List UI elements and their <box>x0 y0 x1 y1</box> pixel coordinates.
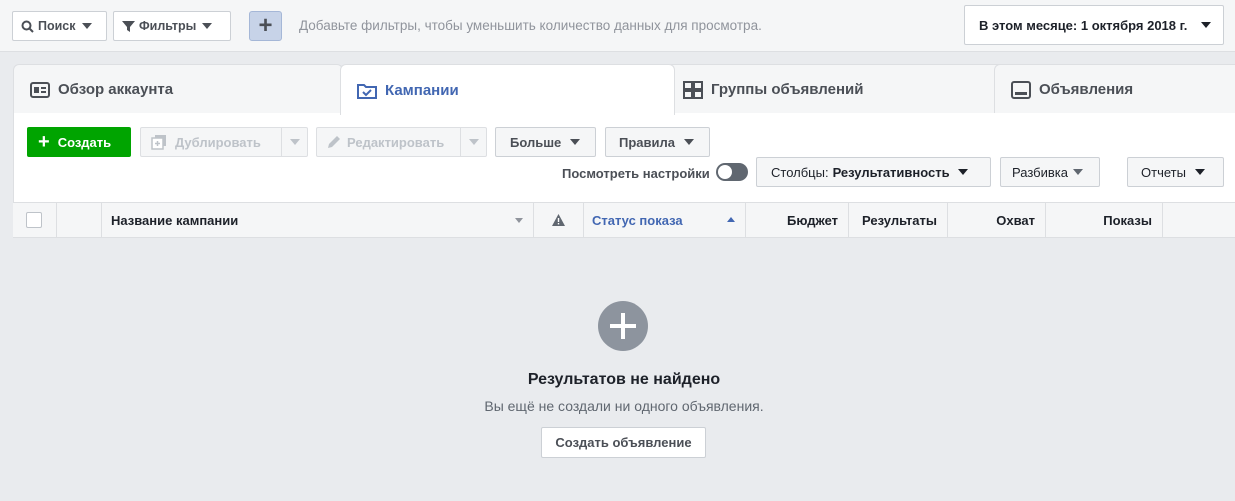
tab-campaigns[interactable]: Кампании <box>340 64 675 115</box>
edit-dropdown[interactable] <box>460 128 486 156</box>
chevron-down-icon <box>202 23 213 29</box>
empty-state: Результатов не найдено Вы ещё не создали… <box>13 238 1235 501</box>
chevron-down-icon <box>1072 169 1083 175</box>
tab-ads[interactable]: Объявления <box>994 64 1235 114</box>
search-button[interactable]: Поиск <box>12 11 107 41</box>
tab-account-overview[interactable]: Обзор аккаунта <box>13 64 343 114</box>
column-header-results[interactable]: Результаты <box>849 203 948 237</box>
select-all-cell <box>13 203 57 237</box>
plus-icon: + <box>38 131 50 153</box>
duplicate-button[interactable]: Дублировать <box>140 127 308 157</box>
column-header-budget[interactable]: Бюджет <box>746 203 849 237</box>
create-button[interactable]: + Создать <box>27 127 131 157</box>
filters-button[interactable]: Фильтры <box>113 11 231 41</box>
column-header-warnings[interactable] <box>534 203 584 237</box>
toggle-knob <box>718 165 732 179</box>
column-header-label: Бюджет <box>787 212 838 228</box>
warning-icon <box>552 214 565 226</box>
empty-state-subtitle: Вы ещё не создали ни одного объявления. <box>484 398 764 414</box>
empty-state-title: Результатов не найдено <box>527 371 721 388</box>
column-header-label: Результаты <box>862 212 937 228</box>
reports-label: Отчеты <box>1141 164 1186 180</box>
sort-icon <box>515 218 523 223</box>
more-label: Больше <box>510 134 562 150</box>
chevron-down-icon <box>468 139 479 145</box>
create-label: Создать <box>57 134 112 150</box>
tab-ad-sets[interactable]: Группы объявлений <box>666 64 1006 114</box>
filter-bar: Поиск Фильтры + Добавьте фильтры, чтобы … <box>0 0 1235 52</box>
chevron-down-icon <box>684 139 694 145</box>
view-settings-label: Посмотреть настройки <box>562 166 710 181</box>
plus-icon: + <box>258 12 273 39</box>
column-header-label: Статус показа <box>592 212 683 228</box>
toggle-column-header <box>57 203 102 237</box>
column-header-label: Показы <box>1103 212 1152 228</box>
select-all-checkbox[interactable] <box>26 212 42 228</box>
add-filter-button[interactable]: + <box>249 11 282 41</box>
more-button[interactable]: Больше <box>495 127 596 157</box>
date-range-label: В этом месяце: 1 октября 2018 г. <box>979 17 1188 33</box>
breakdown-label: Разбивка <box>1012 164 1068 180</box>
edit-button[interactable]: Редактировать <box>316 127 487 157</box>
tab-label: Обзор аккаунта <box>58 81 174 98</box>
table-header: Название кампании Статус показа Бюджет Р… <box>13 202 1235 238</box>
chevron-down-icon <box>1194 169 1205 175</box>
rules-label: Правила <box>619 134 675 150</box>
search-icon <box>21 20 34 33</box>
duplicate-dropdown[interactable] <box>281 128 307 156</box>
breakdown-button[interactable]: Разбивка <box>1000 157 1100 187</box>
pencil-icon <box>327 135 341 149</box>
level-tabs: Обзор аккаунта Кампании Группы объявлени… <box>0 52 1235 115</box>
columns-value: Результативность <box>832 164 950 180</box>
chevron-down-icon <box>1201 22 1212 28</box>
folder-check-icon <box>357 82 377 99</box>
chevron-down-icon <box>81 23 92 29</box>
grid-icon <box>683 80 703 99</box>
tab-label: Объявления <box>1039 81 1134 98</box>
column-header-delivery[interactable]: Статус показа <box>584 203 746 237</box>
columns-prefix: Столбцы: <box>771 164 829 180</box>
tab-label: Кампании <box>385 81 459 99</box>
search-label: Поиск <box>38 19 76 33</box>
tab-label: Группы объявлений <box>711 81 864 98</box>
create-ad-button[interactable]: Создать объявление <box>541 427 706 458</box>
view-settings-toggle[interactable] <box>716 163 748 181</box>
duplicate-icon <box>151 134 167 150</box>
column-header-impressions[interactable]: Показы <box>1046 203 1163 237</box>
columns-button[interactable]: Столбцы: Результативность <box>756 157 991 187</box>
column-header-label: Охват <box>996 212 1035 228</box>
column-header-reach[interactable]: Охват <box>948 203 1046 237</box>
reports-button[interactable]: Отчеты <box>1127 157 1224 187</box>
chevron-down-icon <box>289 139 300 145</box>
filters-label: Фильтры <box>139 19 197 33</box>
column-header-name[interactable]: Название кампании <box>102 203 534 237</box>
account-overview-icon <box>30 81 50 98</box>
chevron-down-icon <box>570 139 581 145</box>
filter-icon <box>122 20 135 33</box>
ad-icon <box>1011 80 1031 99</box>
plus-circle-icon <box>598 301 648 351</box>
chevron-down-icon <box>957 169 968 175</box>
edit-label: Редактировать <box>347 134 445 150</box>
rules-button[interactable]: Правила <box>605 127 710 157</box>
filter-hint: Добавьте фильтры, чтобы уменьшить количе… <box>299 18 762 33</box>
column-header-label: Название кампании <box>111 212 239 228</box>
duplicate-label: Дублировать <box>175 134 261 150</box>
date-range-picker[interactable]: В этом месяце: 1 октября 2018 г. <box>964 5 1224 45</box>
sort-ascending-icon <box>727 217 735 222</box>
